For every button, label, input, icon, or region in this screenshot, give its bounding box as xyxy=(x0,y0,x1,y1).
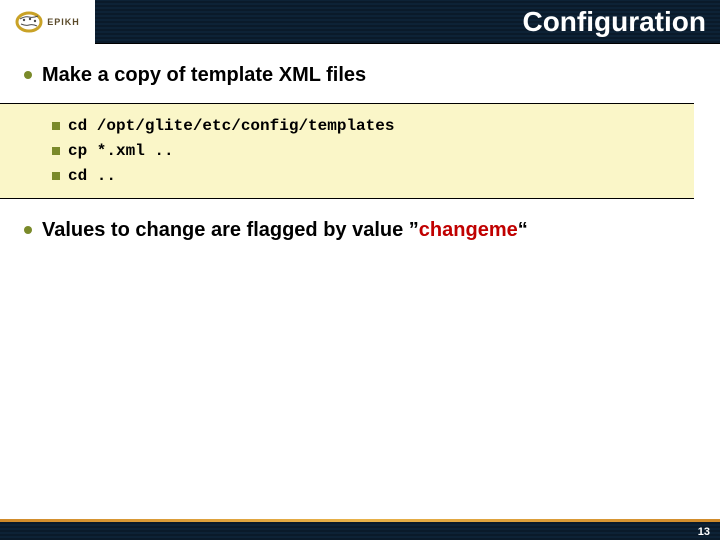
logo: EPIKH xyxy=(0,0,95,44)
code-line: cd /opt/glite/etc/config/templates xyxy=(14,114,680,139)
code-text: cd /opt/glite/etc/config/templates xyxy=(68,114,394,139)
page-number: 13 xyxy=(698,526,710,538)
bullet-text: Make a copy of template XML files xyxy=(42,62,366,89)
code-text: cp *.xml .. xyxy=(68,139,174,164)
bullet-icon xyxy=(24,71,32,79)
bullet-icon xyxy=(24,226,32,234)
bullet-text: Values to change are flagged by value ”c… xyxy=(42,217,528,244)
square-bullet-icon xyxy=(52,147,60,155)
globe-icon xyxy=(15,8,43,36)
logo-inner: EPIKH xyxy=(15,8,80,36)
square-bullet-icon xyxy=(52,122,60,130)
bullet-item: Make a copy of template XML files xyxy=(24,62,704,89)
square-bullet-icon xyxy=(52,172,60,180)
page-title: Configuration xyxy=(522,0,706,44)
slide: EPIKH Configuration Make a copy of templ… xyxy=(0,0,720,540)
logo-text: EPIKH xyxy=(47,17,80,27)
header-bar: EPIKH Configuration xyxy=(0,0,720,44)
code-block: cd /opt/glite/etc/config/templates cp *.… xyxy=(0,103,694,199)
content-area: Make a copy of template XML files cd /op… xyxy=(24,62,704,258)
bullet-text-suffix: “ xyxy=(518,219,528,241)
highlight-changeme: changeme xyxy=(419,219,518,241)
code-text: cd .. xyxy=(68,164,116,189)
code-line: cp *.xml .. xyxy=(14,139,680,164)
code-line: cd .. xyxy=(14,164,680,189)
footer-bar: 13 xyxy=(0,521,720,540)
bullet-item: Values to change are flagged by value ”c… xyxy=(24,217,704,244)
bullet-text-prefix: Values to change are flagged by value ” xyxy=(42,219,419,241)
